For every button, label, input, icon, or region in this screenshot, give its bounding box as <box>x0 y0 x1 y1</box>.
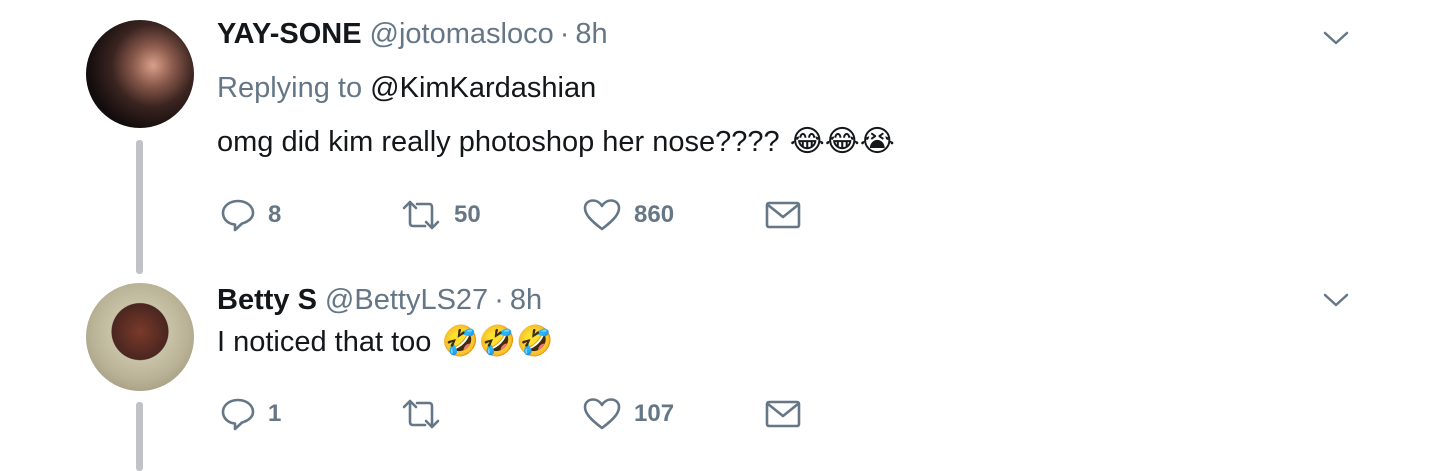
reply-button[interactable]: 8 <box>220 195 281 235</box>
envelope-icon <box>765 201 801 229</box>
replying-prefix: Replying to <box>217 72 363 104</box>
reply-icon <box>221 199 255 232</box>
like-button[interactable]: 860 <box>582 195 674 235</box>
avatar[interactable] <box>86 283 194 391</box>
tweet: Betty S @BettyLS27 · 8h I noticed that t… <box>217 280 1440 362</box>
tweet-text: omg did kim really photoshop her nose???… <box>217 122 1440 162</box>
retweet-count: 50 <box>454 201 481 228</box>
separator: · <box>494 284 504 316</box>
reply-count: 8 <box>268 201 282 228</box>
retweet-button[interactable] <box>400 394 454 434</box>
thread-line <box>136 402 143 471</box>
heart-icon <box>583 398 621 430</box>
emoji-group: 😂😂😭 <box>789 125 895 158</box>
reply-button[interactable]: 1 <box>220 394 281 434</box>
reply-icon <box>221 398 255 431</box>
tweet-text-body: I noticed that too <box>217 326 432 358</box>
direct-message-button[interactable] <box>765 195 801 235</box>
separator: · <box>559 18 570 50</box>
emoji-group: 🤣🤣🤣 <box>441 325 554 358</box>
replying-to: Replying to @KimKardashian <box>217 68 1440 108</box>
timestamp[interactable]: 8h <box>575 14 607 54</box>
author-handle[interactable]: @jotomasloco <box>370 14 554 54</box>
thread-line <box>136 140 143 274</box>
tweet: YAY-SONE @jotomasloco · 8h Replying to @… <box>217 14 1440 162</box>
retweet-icon <box>402 200 440 230</box>
chevron-down-icon[interactable] <box>1322 290 1350 310</box>
avatar[interactable] <box>86 20 194 128</box>
like-count: 860 <box>634 201 675 228</box>
tweet-header: Betty S @BettyLS27 · 8h <box>217 280 1440 320</box>
retweet-icon <box>402 399 440 429</box>
retweet-button[interactable]: 50 <box>400 195 481 235</box>
tweet-thread: YAY-SONE @jotomasloco · 8h Replying to @… <box>0 0 1440 471</box>
author-name[interactable]: Betty S <box>217 280 317 320</box>
timestamp[interactable]: 8h <box>510 280 542 320</box>
like-button[interactable]: 107 <box>582 394 674 434</box>
tweet-header: YAY-SONE @jotomasloco · 8h <box>217 14 1440 54</box>
reply-count: 1 <box>268 400 282 427</box>
like-count: 107 <box>634 400 675 427</box>
replying-mention-link[interactable]: @KimKardashian <box>370 72 596 104</box>
direct-message-button[interactable] <box>765 394 801 434</box>
author-handle[interactable]: @BettyLS27 <box>325 280 488 320</box>
envelope-icon <box>765 400 801 428</box>
tweet-text: I noticed that too 🤣🤣🤣 <box>217 322 1440 362</box>
chevron-down-icon[interactable] <box>1322 28 1350 48</box>
heart-icon <box>583 199 621 231</box>
author-name[interactable]: YAY-SONE <box>217 14 362 54</box>
tweet-text-body: omg did kim really photoshop her nose???… <box>217 126 780 158</box>
